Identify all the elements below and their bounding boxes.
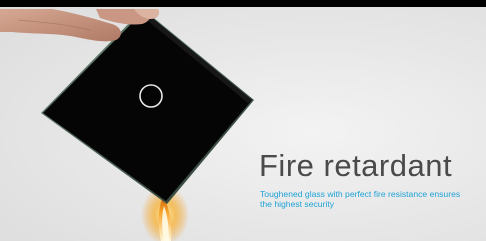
banner-headline: Fire retardant	[259, 148, 453, 183]
product-banner: Fire retardant Toughened glass with perf…	[0, 0, 486, 241]
banner-subline: Toughened glass with perfect fire resist…	[260, 189, 461, 209]
